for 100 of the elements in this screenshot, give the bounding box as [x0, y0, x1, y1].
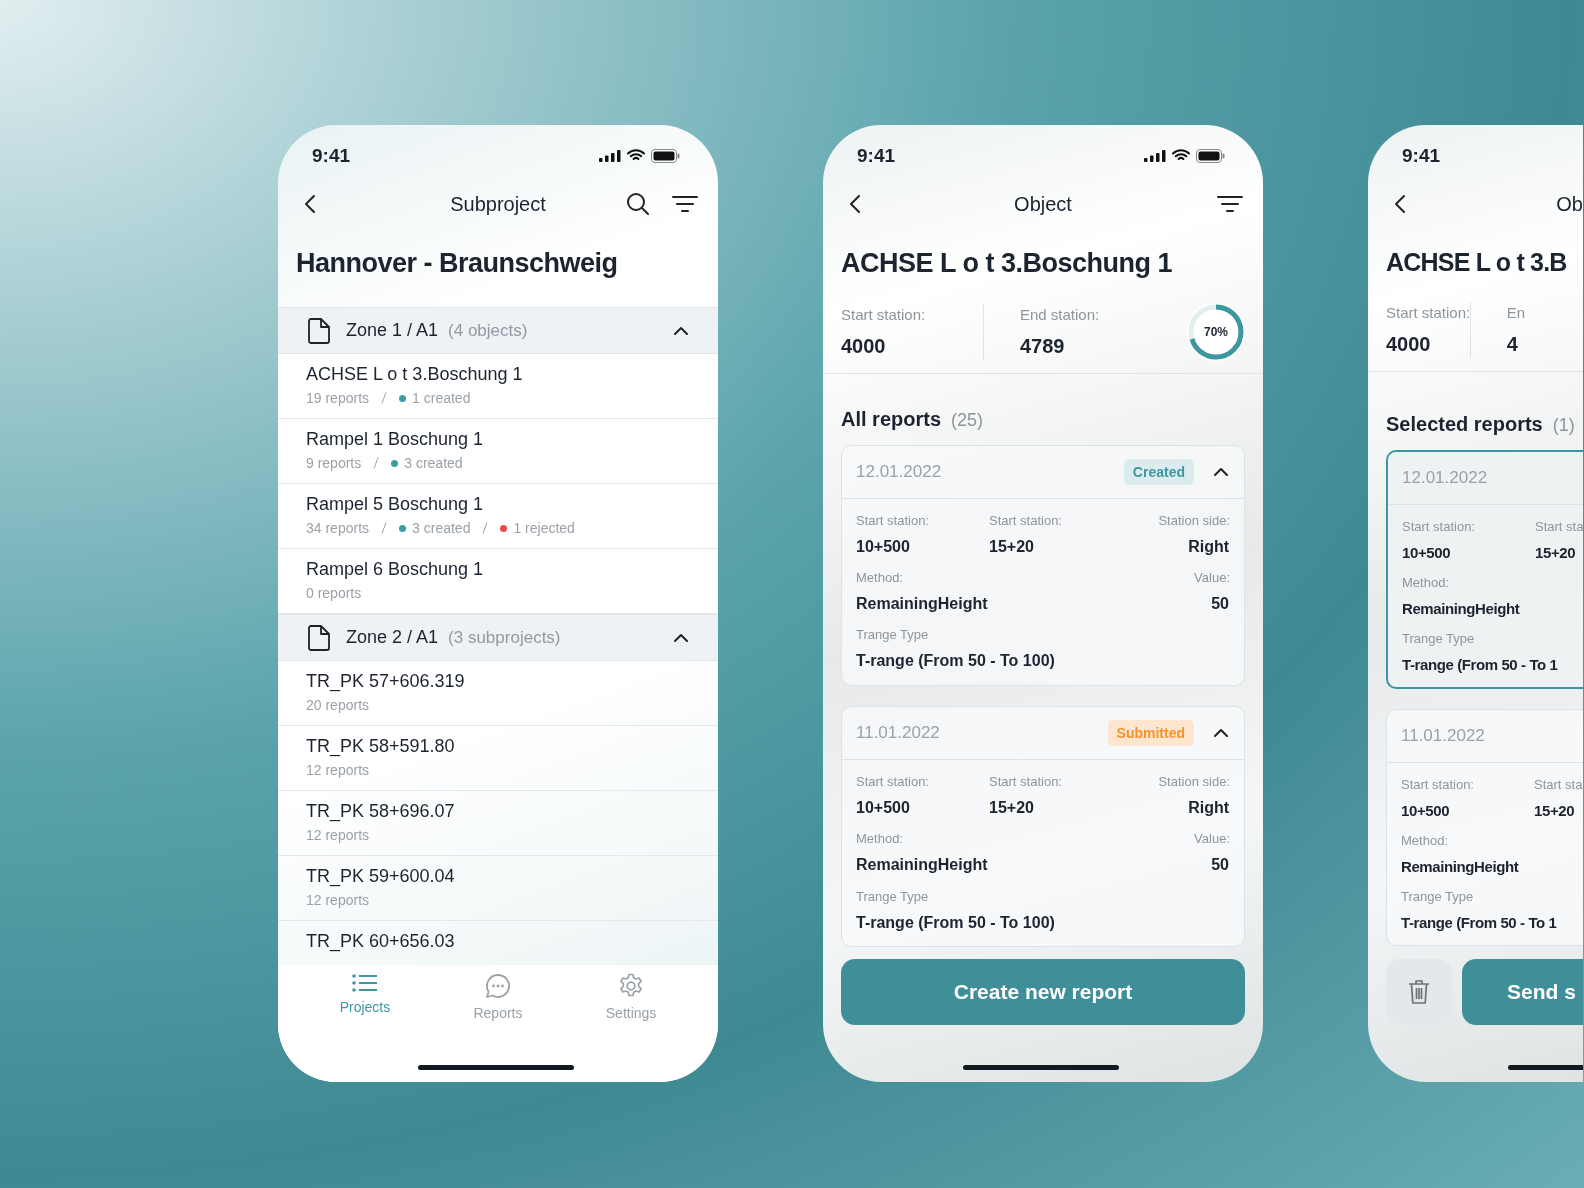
document-icon	[308, 317, 330, 344]
section-count: (25)	[951, 409, 984, 431]
field-value: 15+20	[989, 536, 1035, 557]
page-heading: ACHSE L o t 3.B	[1385, 247, 1568, 278]
group-title: Zone 1 / A1	[346, 320, 439, 341]
field-label: Start station:	[989, 773, 1063, 789]
list-item[interactable]: Rampel 5 Boschung 1 34 reports 3 created 1 rejected	[278, 484, 718, 549]
progress-label: 70%	[1204, 324, 1228, 340]
station-value: 4789	[1020, 335, 1066, 358]
item-title: ACHSE L o t 3.Boschung 1	[306, 364, 524, 385]
field-label: Station side:	[1158, 512, 1230, 528]
field-label: Method:	[1401, 833, 1449, 848]
list-item[interactable]: Rampel 1 Boschung 1 9 reports 3 created	[278, 419, 718, 484]
list-item[interactable]: TR_PK 58+591.80 12 reports	[278, 726, 718, 791]
group-title: Zone 2 / A1	[346, 627, 439, 648]
progress-ring	[1187, 303, 1245, 361]
list-item[interactable]: TR_PK 57+606.319 20 reports	[278, 661, 718, 726]
wifi-icon	[627, 149, 645, 162]
report-date: 11.01.2022	[1401, 726, 1485, 746]
station-label: End station:	[1020, 306, 1101, 323]
field-value: T-range (From 50 - To 1	[1401, 913, 1558, 933]
field-label: Trange Type	[856, 888, 930, 904]
tab[interactable]: Projects	[333, 973, 397, 1027]
field-value: Right	[1188, 797, 1230, 818]
report-card[interactable]: 11.01.2022 Start station: 10+500 Start sta 15+20 Method: RemainingHeight Trange Type T-range (From 50 - To 1	[1386, 709, 1583, 946]
field-value: T-range (From 50 - To 1	[1402, 655, 1559, 675]
item-title: TR_PK 60+656.03	[306, 931, 456, 952]
status-badge: Created	[1123, 458, 1194, 485]
slash-divider-icon	[482, 522, 489, 534]
status-time: 9:41	[312, 144, 351, 167]
item-title: TR_PK 58+696.07	[306, 801, 456, 822]
back-icon[interactable]	[1394, 194, 1406, 214]
chat-icon	[485, 973, 511, 999]
item-meta: 9 reports	[306, 455, 362, 471]
field-label: Trange Type	[1401, 889, 1475, 904]
signal-icon	[599, 149, 621, 162]
station-value: 4000	[841, 335, 887, 358]
item-title: Rampel 6 Boschung 1	[306, 559, 485, 580]
item-meta: 12 reports	[306, 892, 370, 908]
list-item[interactable]: ACHSE L o t 3.Boschung 1 19 reports 1 created	[278, 354, 718, 419]
field-label: Method:	[856, 831, 904, 847]
report-date: 12.01.2022	[1402, 468, 1488, 488]
item-meta: 3 created	[412, 520, 471, 536]
field-value: 10+500	[856, 797, 911, 818]
group-header[interactable]: Zone 1 / A1 (4 objects)	[278, 307, 718, 354]
page-heading: ACHSE L o t 3.Boschung 1	[840, 247, 1174, 280]
item-meta: 12 reports	[306, 762, 370, 778]
report-card[interactable]: 12.01.2022 Start station: 10+500 Start sta 15+20 Method: RemainingHeight Trange Type T-range (From 50 - To 1	[1386, 450, 1583, 689]
battery-icon	[1196, 148, 1225, 163]
field-value: 50	[1211, 855, 1230, 876]
settings-icon	[618, 973, 645, 999]
slash-divider-icon	[373, 457, 380, 469]
field-value: 15+20	[1534, 801, 1576, 821]
chevron-up-icon[interactable]	[674, 326, 688, 335]
search-icon[interactable]	[626, 192, 650, 216]
field-value: 50	[1211, 594, 1230, 615]
chevron-up-icon[interactable]	[1214, 728, 1228, 738]
field-label: Method:	[1402, 575, 1450, 590]
field-label: Value:	[1194, 570, 1230, 586]
filter-icon[interactable]	[1217, 195, 1243, 213]
report-card[interactable]: 12.01.2022 Created Start station: 10+500 Start station: 15+20 Station side: Right Method: RemainingHeight Value: 50 Trange Type T-range (From 50 - To 100)	[841, 444, 1245, 686]
list-item[interactable]: TR_PK 58+696.07 12 reports	[278, 791, 718, 856]
report-card[interactable]: 11.01.2022 Submitted Start station: 10+500 Start station: 15+20 Station side: Right Method: RemainingHeight Value: 50 Trange Type T-range (From 50 - To 100)	[841, 705, 1245, 947]
primary-button[interactable]: Send s	[1462, 959, 1583, 1025]
field-label: Start station:	[989, 512, 1063, 528]
field-label: Start station:	[1402, 519, 1476, 534]
battery-icon	[651, 148, 680, 163]
list-item[interactable]: TR_PK 60+656.03	[278, 921, 718, 965]
section-title: Selected reports	[1386, 413, 1543, 436]
field-value: T-range (From 50 - To 100)	[856, 651, 1056, 672]
list-icon	[351, 973, 378, 993]
field-value: 15+20	[989, 797, 1035, 818]
field-value: 10+500	[1402, 543, 1452, 563]
screen-title: Ob	[1556, 192, 1583, 216]
group-header[interactable]: Zone 2 / A1 (3 subprojects)	[278, 614, 718, 661]
field-value: RemainingHeight	[856, 855, 989, 876]
section-count: (1)	[1552, 415, 1575, 436]
list-item[interactable]: TR_PK 59+600.04 12 reports	[278, 856, 718, 921]
station-label: En	[1506, 304, 1526, 321]
status-badge: Submitted	[1107, 719, 1194, 746]
filter-icon[interactable]	[672, 195, 698, 213]
document-icon	[308, 624, 330, 651]
chevron-up-icon[interactable]	[1214, 467, 1228, 477]
item-title: TR_PK 57+606.319	[306, 671, 466, 692]
item-meta: 20 reports	[306, 697, 370, 713]
field-value: 10+500	[1401, 801, 1451, 821]
group-count: (4 objects)	[448, 320, 528, 341]
chevron-up-icon[interactable]	[674, 633, 688, 642]
wifi-icon	[1172, 149, 1190, 162]
primary-button[interactable]: Create new report	[841, 959, 1245, 1025]
delete-button[interactable]	[1386, 959, 1452, 1025]
item-meta: 12 reports	[306, 827, 370, 843]
item-title: TR_PK 59+600.04	[306, 866, 456, 887]
field-label: Trange Type	[1402, 631, 1476, 646]
field-label: Trange Type	[856, 627, 930, 643]
item-meta: 1 rejected	[513, 520, 575, 536]
slash-divider-icon	[381, 522, 388, 534]
slash-divider-icon	[381, 392, 388, 404]
back-icon[interactable]	[304, 194, 316, 214]
back-icon[interactable]	[849, 194, 861, 214]
